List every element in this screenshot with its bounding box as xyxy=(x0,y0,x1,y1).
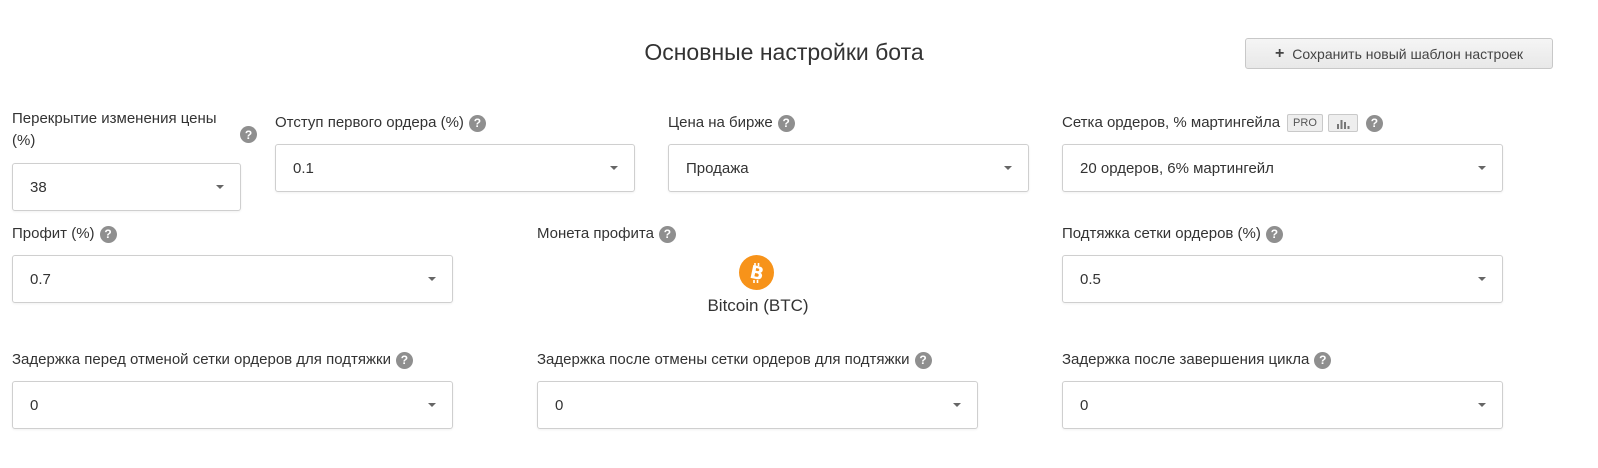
exchange-price-label-text: Цена на бирже xyxy=(668,114,773,131)
overlap-value: 38 xyxy=(30,178,47,196)
chevron-down-icon xyxy=(1478,277,1486,281)
help-icon[interactable]: ? xyxy=(1314,351,1332,369)
overlap-label-text: Перекрытие изменения цены (%) xyxy=(12,110,217,149)
delay-after-cycle-label: Задержка после завершения цикла ? xyxy=(1062,349,1332,371)
bitcoin-icon[interactable]: B xyxy=(739,255,774,290)
help-icon[interactable]: ? xyxy=(99,225,117,243)
overlap-label: Перекрытие изменения цены (%) xyxy=(12,108,232,152)
exchange-price-value: Продажа xyxy=(686,159,749,177)
delay-after-cancel-label-text: Задержка после отмены сетки ордеров для … xyxy=(537,351,910,368)
delay-after-cycle-label-text: Задержка после завершения цикла xyxy=(1062,351,1310,368)
delay-before-cancel-label-text: Задержка перед отменой сетки ордеров для… xyxy=(12,351,391,368)
first-order-offset-select[interactable]: 0.1 xyxy=(275,144,635,192)
chevron-down-icon xyxy=(610,166,618,170)
help-icon[interactable]: ? xyxy=(240,126,257,143)
overlap-select[interactable]: 38 xyxy=(12,163,241,211)
profit-coin-name: Bitcoin (BTC) xyxy=(707,296,809,315)
chevron-down-icon xyxy=(1004,166,1012,170)
order-grid-label-text: Сетка ордеров, % мартингейла xyxy=(1062,114,1281,131)
grid-pullup-label-text: Подтяжка сетки ордеров (%) xyxy=(1062,225,1261,242)
exchange-price-label: Цена на бирже ? xyxy=(668,112,795,134)
chevron-down-icon xyxy=(428,403,436,407)
chevron-down-icon xyxy=(428,277,436,281)
help-icon[interactable]: ? xyxy=(658,225,676,243)
pro-badge[interactable]: PRO xyxy=(1287,114,1323,132)
first-order-offset-label-text: Отступ первого ордера (%) xyxy=(275,114,464,131)
profit-label-text: Профит (%) xyxy=(12,225,95,242)
profit-select[interactable]: 0.7 xyxy=(12,255,453,303)
delay-after-cancel-value: 0 xyxy=(555,396,564,414)
profit-label: Профит (%) ? xyxy=(12,223,117,245)
delay-before-cancel-label: Задержка перед отменой сетки ордеров для… xyxy=(12,349,413,371)
delay-after-cycle-select[interactable]: 0 xyxy=(1062,381,1503,429)
help-icon[interactable]: ? xyxy=(1265,225,1283,243)
exchange-price-select[interactable]: Продажа xyxy=(668,144,1029,192)
help-icon[interactable]: ? xyxy=(777,114,795,132)
grid-pullup-label: Подтяжка сетки ордеров (%) ? xyxy=(1062,223,1283,245)
delay-before-cancel-select[interactable]: 0 xyxy=(12,381,453,429)
help-icon[interactable]: ? xyxy=(468,114,486,132)
bar-chart-icon[interactable] xyxy=(1327,114,1358,132)
profit-value: 0.7 xyxy=(30,270,51,288)
chevron-down-icon xyxy=(953,403,961,407)
delay-after-cancel-label: Задержка после отмены сетки ордеров для … xyxy=(537,349,932,371)
first-order-offset-value: 0.1 xyxy=(293,159,314,177)
first-order-offset-label: Отступ первого ордера (%) ? xyxy=(275,112,486,134)
help-icon[interactable]: ? xyxy=(1365,114,1383,132)
order-grid-select[interactable]: 20 ордеров, 6% мартингейл xyxy=(1062,144,1503,192)
delay-before-cancel-value: 0 xyxy=(30,396,39,414)
profit-coin-label-text: Монета профита xyxy=(537,225,654,242)
chevron-down-icon xyxy=(1478,166,1486,170)
grid-pullup-select[interactable]: 0.5 xyxy=(1062,255,1503,303)
chevron-down-icon xyxy=(216,185,224,189)
profit-coin-label: Монета профита ? xyxy=(537,223,676,245)
save-template-label: Сохранить новый шаблон настроек xyxy=(1292,45,1524,62)
help-icon[interactable]: ? xyxy=(395,351,413,369)
order-grid-label: Сетка ордеров, % мартингейла PRO ? xyxy=(1062,112,1383,134)
grid-pullup-value: 0.5 xyxy=(1080,270,1101,288)
delay-after-cycle-value: 0 xyxy=(1080,396,1089,414)
order-grid-value: 20 ордеров, 6% мартингейл xyxy=(1080,159,1274,177)
delay-after-cancel-select[interactable]: 0 xyxy=(537,381,978,429)
help-icon[interactable]: ? xyxy=(914,351,932,369)
save-template-button[interactable]: + Сохранить новый шаблон настроек xyxy=(1245,38,1553,69)
chevron-down-icon xyxy=(1478,403,1486,407)
plus-icon: + xyxy=(1274,44,1285,62)
